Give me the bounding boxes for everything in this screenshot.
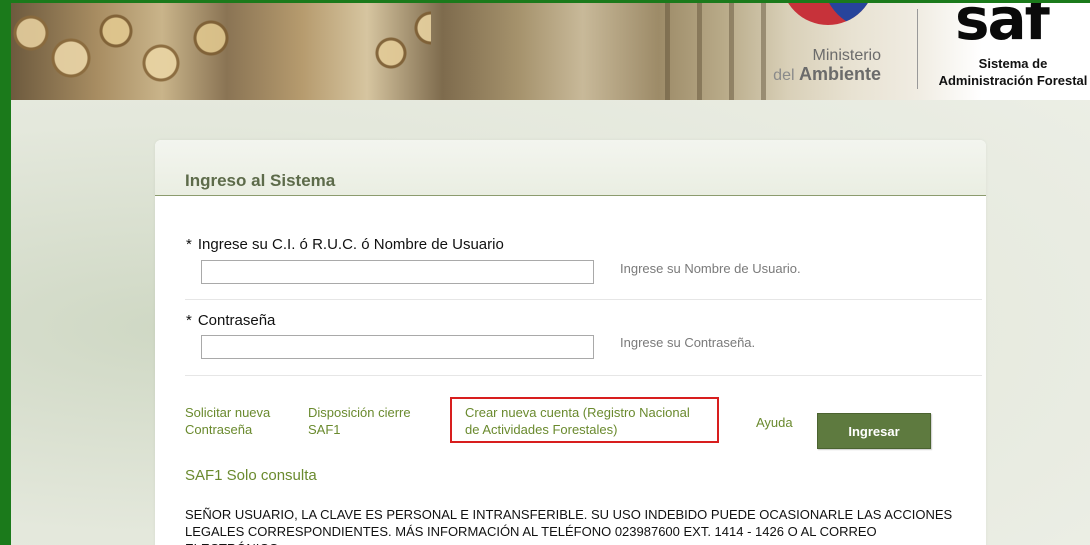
create-account-highlight (450, 397, 719, 443)
ministerio-del: del (773, 67, 795, 84)
password-input[interactable] (201, 335, 594, 359)
saf-subtitle-line1: Sistema de (978, 56, 1048, 71)
request-password-link[interactable]: Solicitar nueva Contraseña (185, 404, 270, 438)
closure-link[interactable]: Disposición cierre SAF1 (308, 404, 411, 438)
login-panel: Ingreso al Sistema * Ingrese su C.I. ó R.… (155, 140, 986, 545)
ingresar-button[interactable]: Ingresar (817, 413, 931, 449)
saf-logo-text: saf (955, 0, 1050, 53)
saf1-consulta-link[interactable]: SAF1 Solo consulta (185, 467, 317, 484)
required-mark: * (186, 236, 192, 253)
password-label-text: Contraseña (197, 312, 276, 329)
page-title: Ingreso al Sistema (185, 171, 336, 190)
page-frame: Ministerio del Ambiente saf Sistema de A… (0, 0, 1090, 545)
ministerio-line1: Ministerio (812, 47, 881, 64)
field-divider (185, 299, 982, 300)
username-hint: Ingrese su Nombre de Usuario. (620, 261, 801, 276)
ministerio-logo-icon (781, 3, 875, 25)
saf-subtitle: Sistema de Administración Forestal (933, 55, 1090, 89)
password-hint: Ingrese su Contraseña. (620, 335, 756, 350)
banner-photo-logs (11, 3, 431, 100)
ministerio-line2: Ambiente (798, 64, 881, 84)
request-password-line2: Contraseña (185, 422, 253, 437)
username-label: * Ingrese su C.I. ó R.U.C. ó Nombre de Us… (186, 236, 504, 253)
header-divider (917, 9, 918, 89)
security-notice: SEÑOR USUARIO, LA CLAVE ES PERSONAL E IN… (185, 507, 953, 545)
help-link[interactable]: Ayuda (756, 414, 793, 431)
banner-photo-trees (651, 3, 771, 100)
username-label-text: Ingrese su C.I. ó R.U.C. ó Nombre de Usu… (197, 236, 504, 253)
field-divider (185, 375, 982, 376)
required-mark: * (186, 312, 192, 329)
ministerio-ambiente-logo: Ministerio del Ambiente (767, 46, 881, 85)
closure-line1: Disposición cierre (308, 405, 411, 420)
login-panel-header: Ingreso al Sistema (155, 140, 986, 196)
username-input[interactable] (201, 260, 594, 284)
saf-logo: saf (955, 3, 1085, 48)
closure-line2: SAF1 (308, 422, 341, 437)
password-label: * Contraseña (186, 312, 275, 329)
header-banner: Ministerio del Ambiente saf Sistema de A… (11, 3, 1090, 100)
saf-subtitle-line2: Administración Forestal (938, 73, 1088, 88)
request-password-line1: Solicitar nueva (185, 405, 271, 420)
